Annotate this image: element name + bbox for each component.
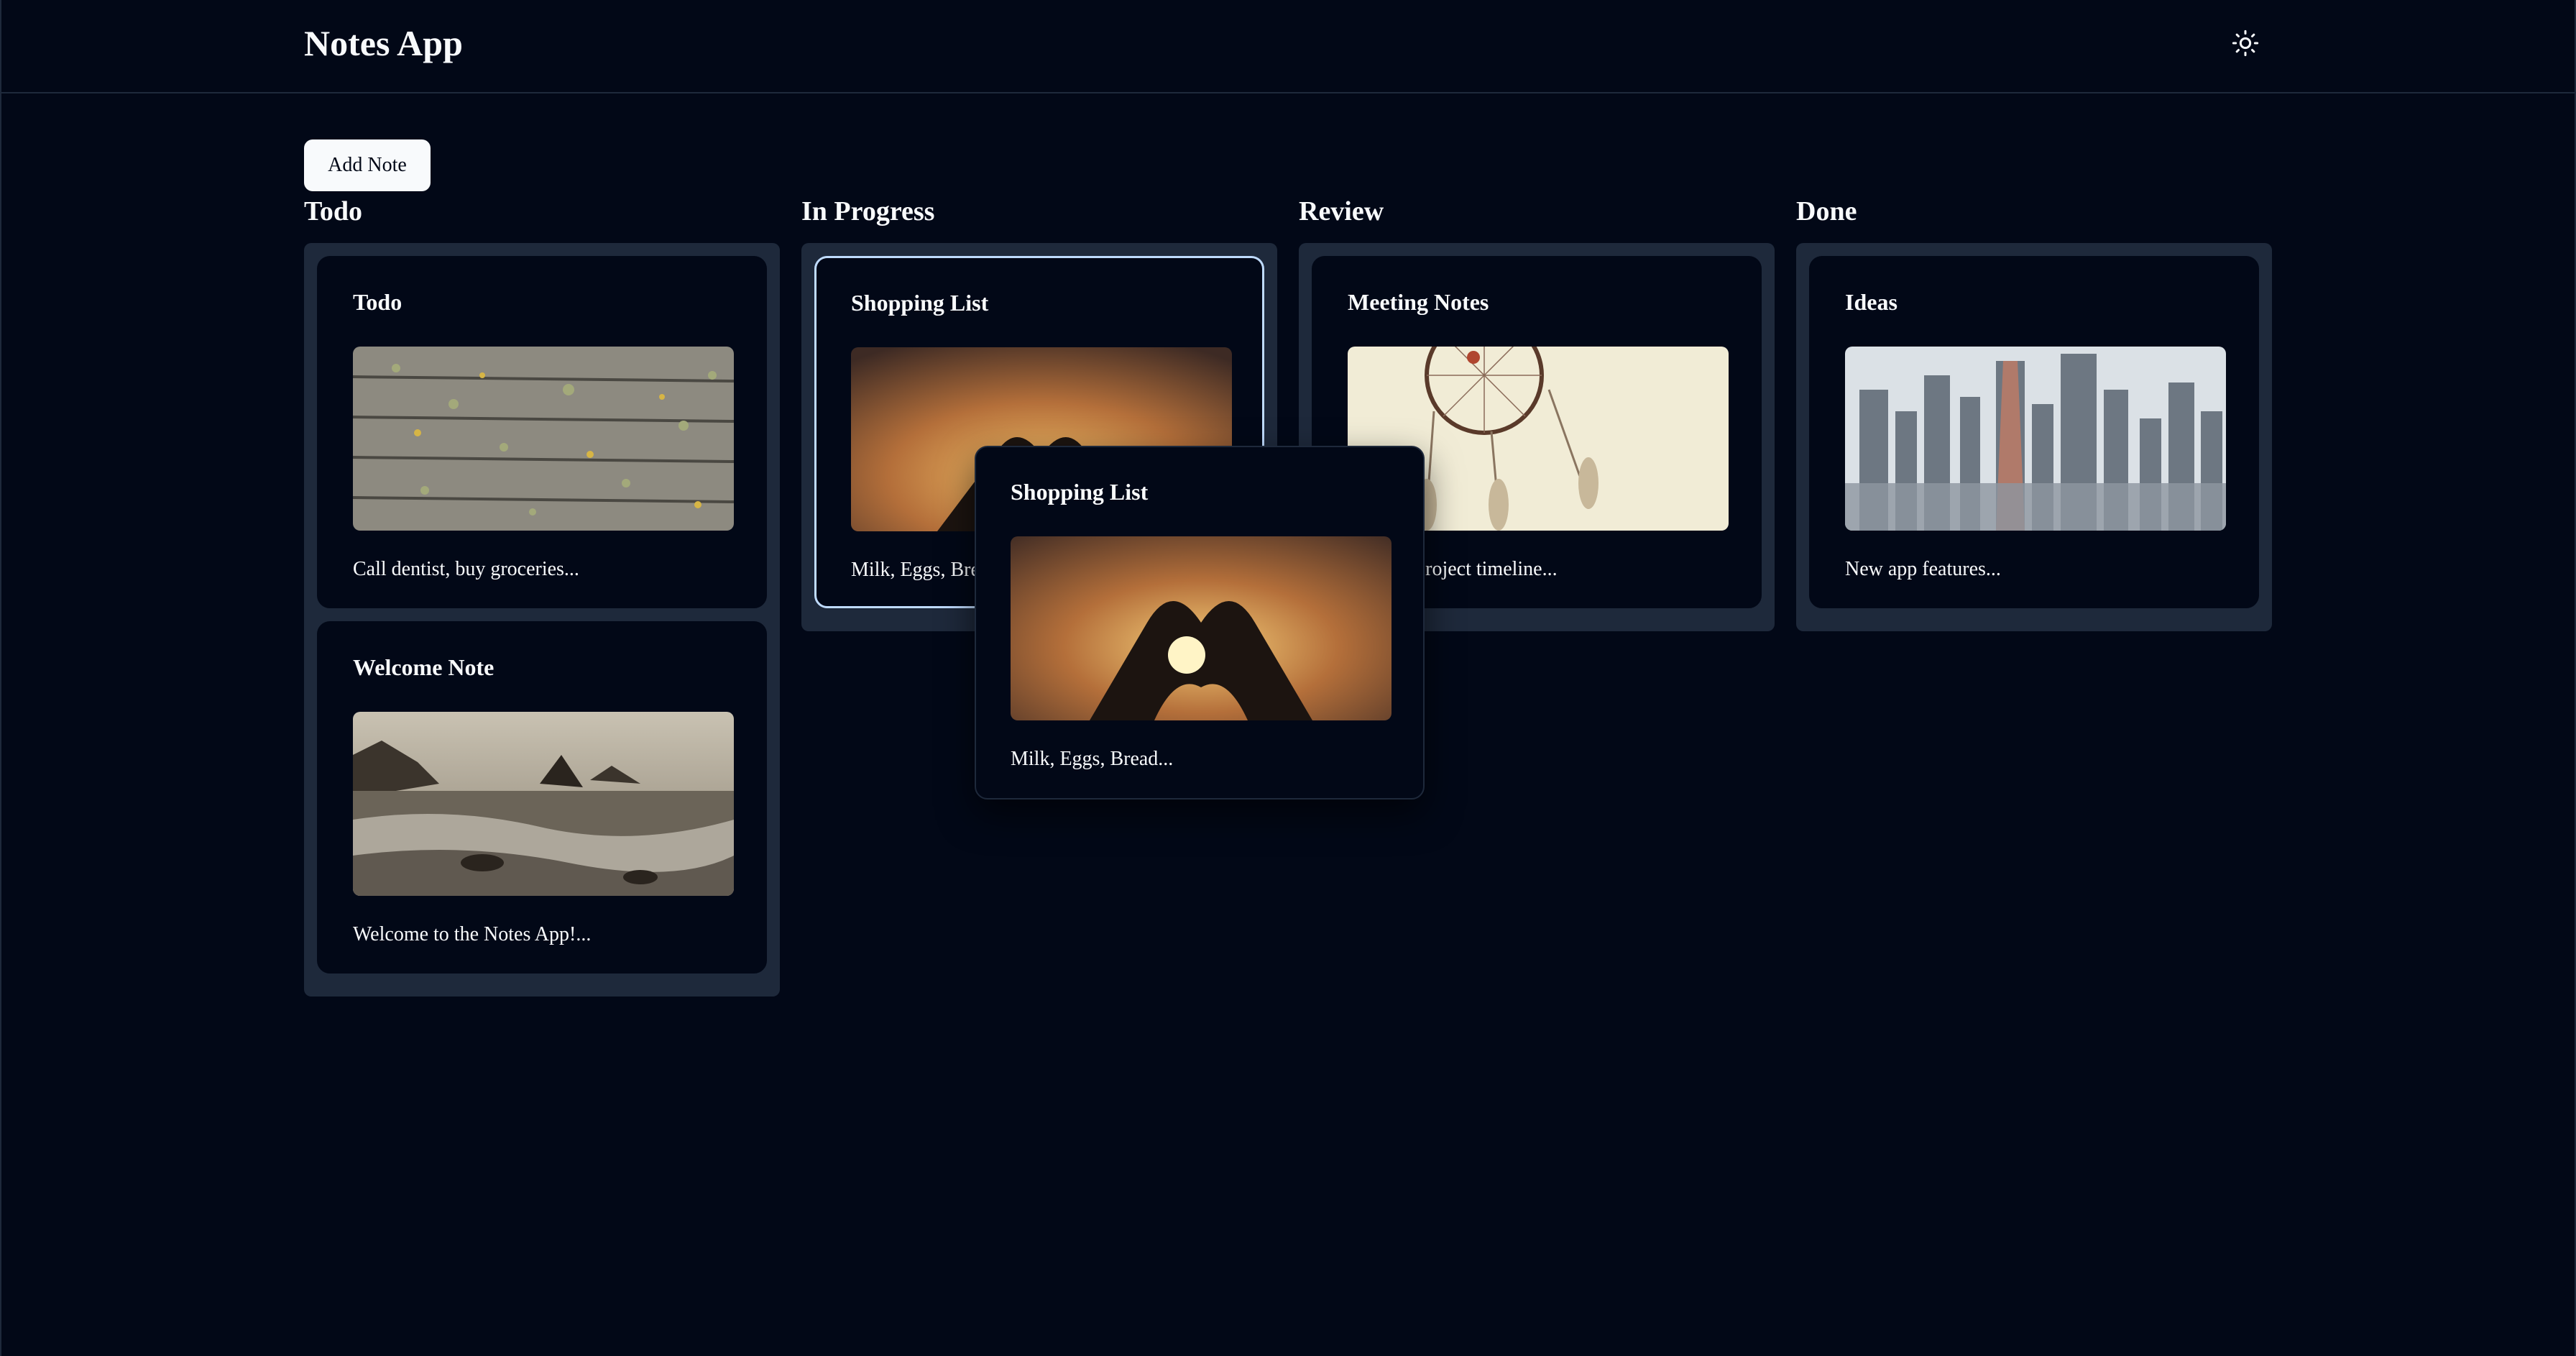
note-title: Shopping List [851, 290, 989, 316]
note-card[interactable]: Welcome Note Welcome to the Notes App!..… [317, 621, 767, 974]
column-title-done: Done [1796, 196, 1857, 226]
sun-icon [2232, 29, 2259, 57]
note-preview: New app features... [1845, 558, 2001, 580]
note-title: Meeting Notes [1348, 289, 1489, 315]
note-title: Shopping List [1011, 479, 1149, 505]
note-title: Ideas [1845, 289, 1898, 315]
note-preview: Call dentist, buy groceries... [353, 558, 579, 580]
note-card[interactable]: Todo Call dentist, buy groceries... [317, 256, 767, 608]
column-title-in-progress: In Progress [801, 196, 935, 226]
theme-toggle-button[interactable] [2225, 23, 2266, 63]
app-header: Notes App [0, 0, 2576, 93]
note-image [1845, 347, 2226, 531]
note-title: Welcome Note [353, 654, 494, 680]
column-title-todo: Todo [304, 196, 362, 226]
column-title-review: Review [1299, 196, 1384, 226]
note-preview: Welcome to the Notes App!... [353, 923, 592, 945]
app-title: Notes App [304, 23, 463, 63]
note-card[interactable]: Ideas New app features... [1809, 256, 2259, 608]
note-image [353, 712, 734, 896]
note-image [1011, 536, 1392, 720]
add-note-button[interactable]: Add Note [304, 139, 431, 191]
note-title: Todo [353, 289, 402, 315]
column-todo[interactable]: Todo Call dentist, buy groceries... Welc… [304, 243, 780, 997]
note-preview: Milk, Eggs, Bread... [1011, 748, 1174, 770]
note-image [353, 347, 734, 531]
drag-preview-card[interactable]: Shopping List Milk, Eggs, Bread... [975, 446, 1425, 800]
column-done[interactable]: Ideas New app features... [1796, 243, 2272, 631]
